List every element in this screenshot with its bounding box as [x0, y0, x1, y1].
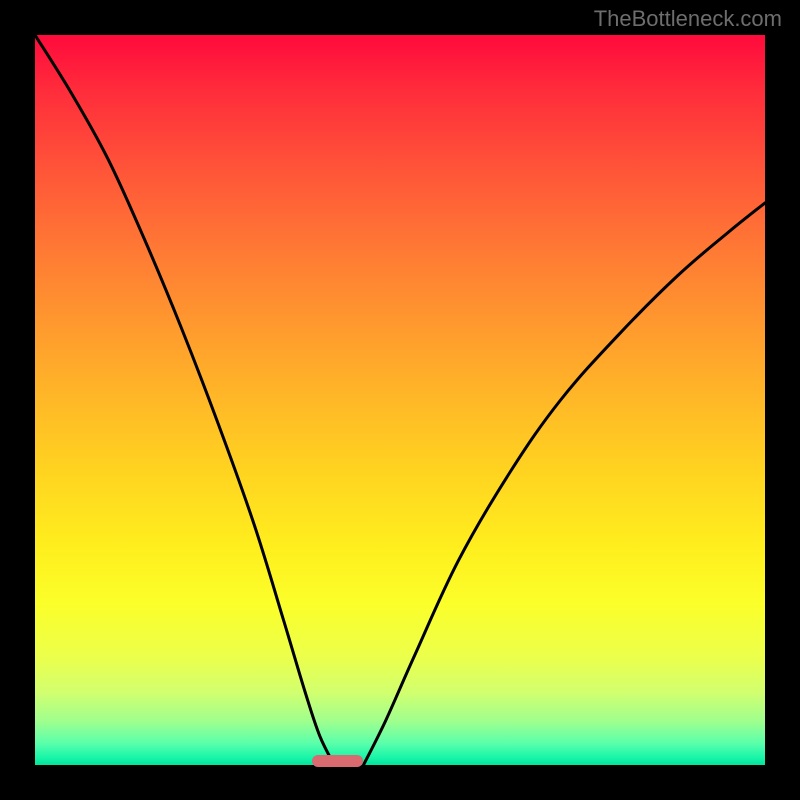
watermark-text: TheBottleneck.com	[594, 6, 782, 32]
chart-plot-area	[35, 35, 765, 765]
optimal-range-marker	[312, 755, 363, 767]
right-curve-path	[364, 203, 766, 765]
chart-curves	[35, 35, 765, 765]
left-curve-path	[35, 35, 334, 765]
